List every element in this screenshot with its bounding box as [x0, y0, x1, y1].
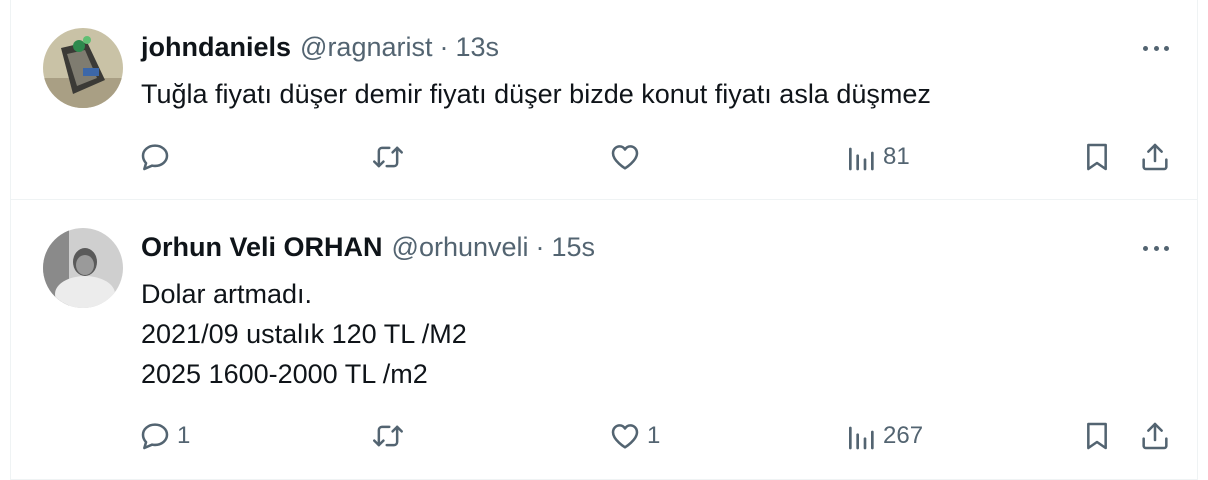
- bookmark-icon: [1087, 422, 1107, 450]
- retweet-icon: [373, 425, 403, 447]
- bookmark-button[interactable]: [1081, 416, 1113, 456]
- share-button[interactable]: [1139, 137, 1171, 177]
- tweet-header: johndaniels @ragnarist · 13s: [141, 30, 499, 64]
- timestamp[interactable]: 13s: [456, 32, 500, 63]
- retweet-icon: [373, 146, 403, 168]
- views-chart-icon: [849, 426, 874, 450]
- display-name[interactable]: johndaniels: [141, 32, 291, 63]
- bookmark-icon: [1087, 143, 1107, 171]
- share-upload-icon: [1142, 143, 1168, 171]
- share-upload-icon: [1142, 422, 1168, 450]
- views-button[interactable]: 81: [845, 137, 910, 177]
- tweet-text-line: Dolar artmadı.: [141, 279, 313, 309]
- avatar[interactable]: [43, 28, 123, 108]
- tweet[interactable]: Orhun Veli ORHAN @orhunveli · 15s Dolar …: [11, 200, 1197, 480]
- action-bar: 1 1 267: [11, 416, 1197, 456]
- views-count: 81: [883, 143, 910, 170]
- timeline-feed: johndaniels @ragnarist · 13s Tuğla fiyat…: [10, 0, 1198, 480]
- share-button[interactable]: [1139, 416, 1171, 456]
- user-handle[interactable]: @ragnarist: [300, 32, 432, 63]
- reply-bubble-icon: [141, 423, 169, 450]
- timestamp[interactable]: 15s: [552, 232, 596, 263]
- heart-icon: [611, 424, 639, 449]
- tweet-text-line: 2025 1600-2000 TL /m2: [141, 359, 428, 389]
- reply-button[interactable]: 1: [139, 416, 190, 456]
- reply-count: 1: [177, 422, 191, 449]
- like-count: 1: [647, 422, 661, 449]
- like-button[interactable]: [609, 137, 647, 177]
- tweet-header: Orhun Veli ORHAN @orhunveli · 15s: [141, 230, 595, 264]
- tweet-text-line: 2021/09 ustalık 120 TL /M2: [141, 319, 467, 349]
- views-chart-icon: [849, 147, 874, 171]
- user-handle[interactable]: @orhunveli: [392, 232, 529, 263]
- more-horizontal-icon[interactable]: [1143, 236, 1169, 260]
- tweet-text: Dolar artmadı. 2021/09 ustalık 120 TL /M…: [141, 274, 467, 394]
- tweet-text-line: Tuğla fiyatı düşer demir fiyatı düşer bi…: [141, 79, 931, 109]
- views-count: 267: [883, 422, 924, 449]
- display-name[interactable]: Orhun Veli ORHAN: [141, 232, 383, 263]
- tweet-text: Tuğla fiyatı düşer demir fiyatı düşer bi…: [141, 74, 931, 114]
- bookmark-button[interactable]: [1081, 137, 1113, 177]
- separator-dot: ·: [439, 31, 449, 62]
- like-button[interactable]: 1: [609, 416, 660, 456]
- tweet[interactable]: johndaniels @ragnarist · 13s Tuğla fiyat…: [11, 0, 1197, 200]
- reply-button[interactable]: [139, 137, 177, 177]
- retweet-button[interactable]: [371, 137, 411, 177]
- retweet-button[interactable]: [371, 416, 411, 456]
- avatar[interactable]: [43, 228, 123, 308]
- more-horizontal-icon[interactable]: [1143, 36, 1169, 60]
- separator-dot: ·: [535, 231, 545, 262]
- heart-icon: [611, 145, 639, 170]
- reply-bubble-icon: [141, 144, 169, 171]
- views-button[interactable]: 267: [845, 416, 923, 456]
- action-bar: 81: [11, 137, 1197, 177]
